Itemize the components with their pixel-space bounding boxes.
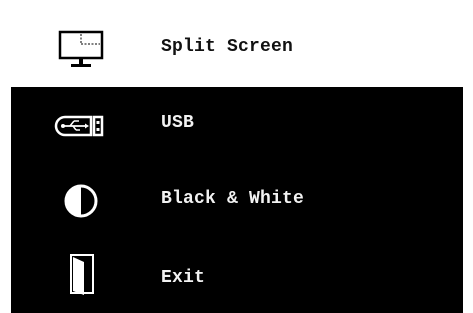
menu-item-black-white[interactable]: Black & White	[11, 163, 463, 239]
menu-item-label: Black & White	[161, 189, 305, 209]
menu-item-label: Exit	[161, 268, 206, 288]
monitor-split-icon	[51, 24, 111, 74]
usb-icon	[51, 100, 111, 150]
menu-item-split-screen[interactable]: Split Screen	[11, 11, 463, 87]
menu-item-label: USB	[161, 113, 195, 133]
menu-item-label: Split Screen	[161, 37, 294, 57]
contrast-icon	[51, 176, 111, 226]
door-exit-icon	[51, 249, 111, 299]
menu-item-usb[interactable]: USB	[11, 87, 463, 163]
menu-panel: Split Screen USB Black & White Exit	[11, 11, 463, 313]
menu-item-exit[interactable]: Exit	[11, 239, 463, 313]
